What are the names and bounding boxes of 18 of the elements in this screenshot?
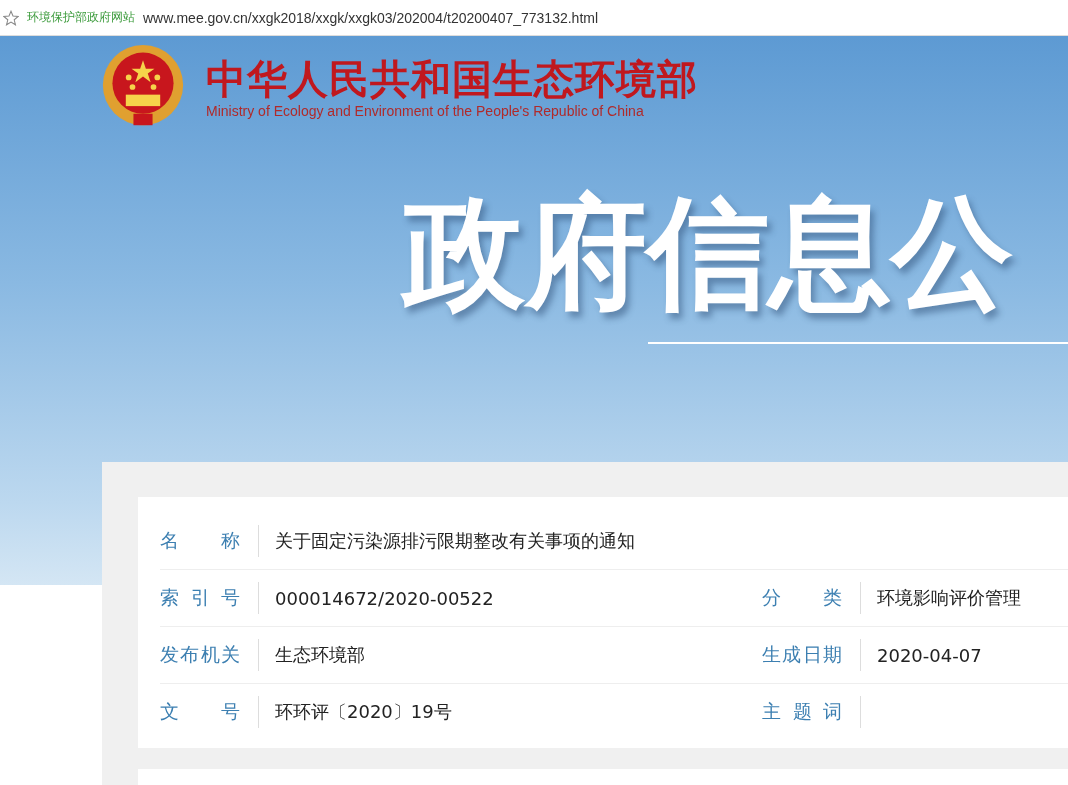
star-icon[interactable] bbox=[3, 9, 19, 26]
field-value: 2020-04-07 bbox=[877, 644, 982, 666]
field-value: 关于固定污染源排污限期整改有关事项的通知 bbox=[275, 529, 635, 553]
field-label: 索引号 bbox=[160, 585, 240, 610]
site-name: 环境保护部政府网站 bbox=[27, 9, 135, 26]
url-text[interactable]: www.mee.gov.cn/xxgk2018/xxgk/xxgk03/202004/t20200407_773132.html bbox=[143, 9, 599, 26]
field-value: 000014672/2020-00522 bbox=[275, 587, 494, 609]
field-label: 文号 bbox=[160, 699, 240, 724]
field-label: 分类 bbox=[762, 585, 842, 610]
field-label: 发布机关 bbox=[160, 642, 240, 667]
ministry-subtitle: Ministry of Ecology and Environment of the People's Republic of China bbox=[206, 103, 645, 119]
field-value: 环环评〔2020〕19号 bbox=[275, 700, 452, 724]
field-value: 环境影响评价管理 bbox=[877, 586, 1021, 610]
ministry-title: 中华人民共和国生态环境部 bbox=[206, 55, 698, 103]
field-label: 生成日期 bbox=[762, 642, 842, 667]
field-label: 名称 bbox=[160, 528, 240, 553]
field-value: 生态环境部 bbox=[275, 643, 365, 667]
field-label: 主题词 bbox=[762, 699, 842, 724]
